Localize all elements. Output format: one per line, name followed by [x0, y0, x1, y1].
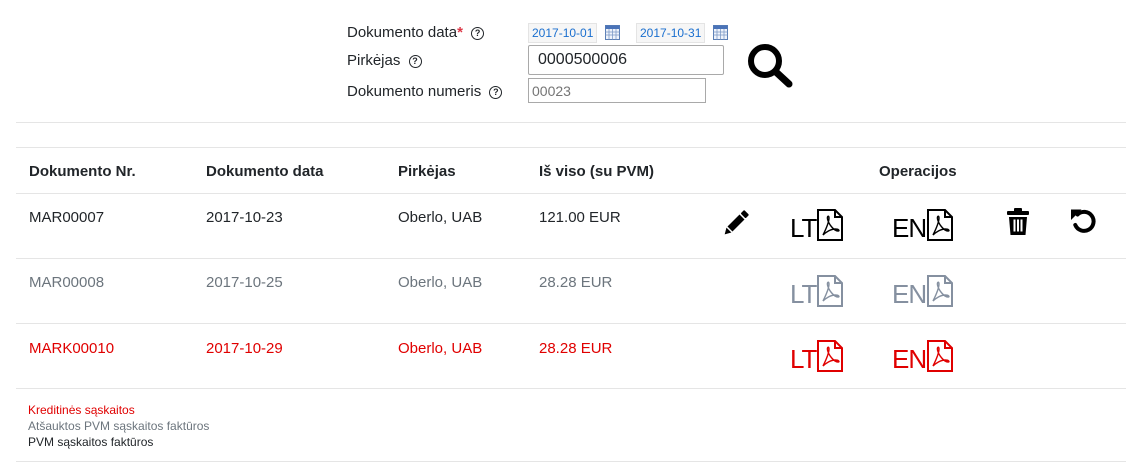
pdf-icon: [817, 209, 844, 241]
date-to-input[interactable]: 2017-10-31: [636, 23, 706, 43]
undo-icon[interactable]: [1069, 206, 1099, 236]
doc-nr-cell: MAR00008: [29, 274, 105, 291]
doc-number-input[interactable]: [528, 78, 706, 103]
pdf-icon: [927, 275, 954, 307]
divider: [16, 323, 1126, 324]
trash-icon[interactable]: [1006, 207, 1030, 237]
buyer-cell: Oberlo, UAB: [398, 209, 483, 226]
buyer-filter-label: Pirkėjas ?: [347, 52, 422, 69]
total-cell: 28.28 EUR: [539, 340, 613, 357]
required-mark: *: [457, 24, 463, 41]
buyer-cell: Oberlo, UAB: [398, 340, 483, 357]
calendar-icon[interactable]: [713, 25, 728, 40]
doc-date-cell: 2017-10-25: [206, 274, 283, 291]
divider: [16, 461, 1126, 462]
column-header-buyer[interactable]: Pirkėjas: [398, 163, 456, 180]
legend-cancelled: Atšauktos PVM sąskaitos faktūros: [28, 419, 210, 433]
doc-number-filter-label-text: Dokumento numeris: [347, 83, 482, 100]
pdf-icon: [817, 340, 844, 372]
pdf-en-label: EN: [892, 213, 927, 243]
buyer-filter-label-text: Pirkėjas: [347, 52, 401, 69]
help-icon[interactable]: ?: [489, 86, 503, 99]
doc-nr-cell: MARK00010: [29, 340, 115, 357]
date-filter-label: Dokumento data* ?: [347, 24, 485, 41]
doc-date-cell: 2017-10-29: [206, 340, 283, 357]
pdf-en-label: EN: [892, 344, 927, 374]
date-filter-label-text: Dokumento data: [347, 24, 458, 41]
buyer-input[interactable]: [528, 45, 724, 75]
divider: [16, 388, 1126, 389]
doc-number-filter-label: Dokumento numeris ?: [347, 83, 503, 100]
doc-date-cell: 2017-10-23: [206, 209, 283, 226]
legend-credit: Kreditinės sąskaitos: [28, 403, 135, 417]
search-icon[interactable]: [746, 42, 794, 88]
column-header-doc-nr[interactable]: Dokumento Nr.: [29, 163, 136, 180]
pdf-lt-link[interactable]: LT: [790, 340, 844, 372]
pdf-en-link[interactable]: EN: [892, 340, 954, 372]
doc-nr-cell: MAR00007: [29, 209, 105, 226]
legend-vat: PVM sąskaitos faktūros: [28, 435, 154, 449]
pdf-icon: [817, 275, 844, 307]
pdf-lt-link[interactable]: LT: [790, 209, 844, 241]
column-header-operations: Operacijos: [879, 163, 957, 180]
divider: [16, 193, 1126, 194]
pdf-icon: [927, 340, 954, 372]
pdf-lt-label: LT: [790, 213, 817, 243]
divider: [16, 258, 1126, 259]
calendar-icon[interactable]: [605, 25, 620, 40]
pdf-lt-label: LT: [790, 344, 817, 374]
help-icon[interactable]: ?: [408, 55, 422, 68]
buyer-cell: Oberlo, UAB: [398, 274, 483, 291]
date-from-input[interactable]: 2017-10-01: [528, 23, 598, 43]
pdf-en-link[interactable]: EN: [892, 275, 954, 307]
pencil-icon[interactable]: [722, 209, 750, 237]
help-icon[interactable]: ?: [471, 27, 485, 40]
pdf-lt-link[interactable]: LT: [790, 275, 844, 307]
total-cell: 28.28 EUR: [539, 274, 613, 291]
pdf-en-link[interactable]: EN: [892, 209, 954, 241]
divider: [16, 147, 1126, 148]
pdf-lt-label: LT: [790, 279, 817, 309]
divider: [16, 122, 1126, 123]
pdf-en-label: EN: [892, 279, 927, 309]
pdf-icon: [927, 209, 954, 241]
total-cell: 121.00 EUR: [539, 209, 621, 226]
column-header-doc-date[interactable]: Dokumento data: [206, 163, 324, 180]
column-header-total[interactable]: Iš viso (su PVM): [539, 163, 654, 180]
